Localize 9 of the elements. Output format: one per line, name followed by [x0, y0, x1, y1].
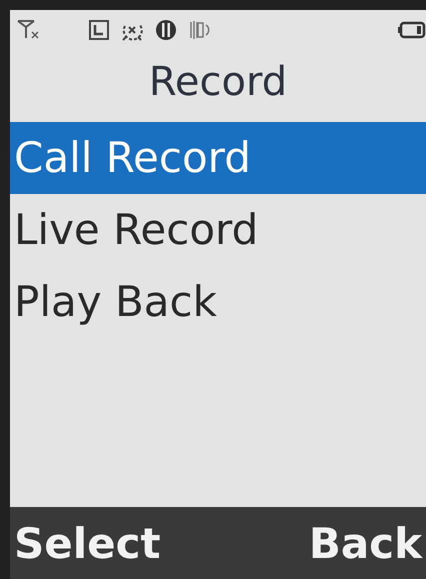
menu-item[interactable]: Live Record [10, 194, 426, 266]
sound-profile-icon [154, 18, 178, 42]
back-softkey[interactable]: Back [308, 518, 422, 568]
menu-item[interactable]: Play Back [10, 266, 426, 338]
screen-title: Record [148, 58, 288, 107]
battery-icon [398, 20, 426, 40]
vibrate-icon [188, 18, 212, 42]
select-softkey[interactable]: Select [14, 518, 161, 568]
menu-item[interactable]: Call Record [10, 122, 426, 194]
